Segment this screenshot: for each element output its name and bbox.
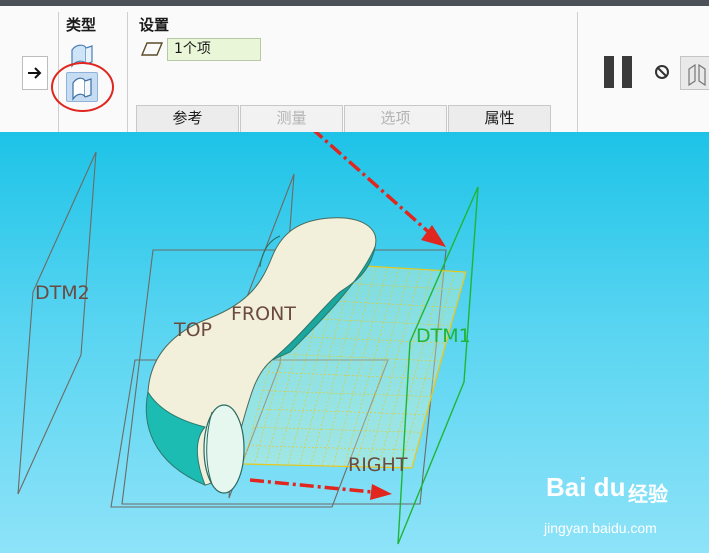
datum-label-top[interactable]: TOP <box>174 320 212 340</box>
tab-measure[interactable]: 测量 <box>240 105 343 132</box>
watermark-cn: 经验 <box>628 482 668 506</box>
datum-label-dtm1[interactable]: DTM1 <box>416 326 471 346</box>
datum-label-dtm2[interactable]: DTM2 <box>35 283 90 303</box>
ribbon-separator <box>577 12 578 132</box>
annotation-circle <box>51 62 114 112</box>
parallelogram-plane-icon <box>141 42 163 56</box>
feature-dashboard: 类型 设置 1个项 参考 测量 选项 属性 <box>0 6 709 132</box>
pause-icon[interactable] <box>604 56 634 88</box>
settings-group-label: 设置 <box>139 16 170 34</box>
graphics-viewport[interactable]: DTM2 TOP FRONT DTM1 RIGHT Bai du 经验 jing… <box>0 132 709 553</box>
dtm2-plane <box>17 151 97 495</box>
ribbon-separator <box>127 12 128 132</box>
arrow-right-icon <box>28 67 42 79</box>
watermark-url: jingyan.baidu.com <box>544 520 657 536</box>
preview-icon[interactable] <box>680 56 709 90</box>
tab-options[interactable]: 选项 <box>344 105 447 132</box>
baidu-watermark: Bai du 经验 jingyan.baidu.com <box>528 470 698 550</box>
tab-properties[interactable]: 属性 <box>448 105 551 132</box>
type-group-label: 类型 <box>66 16 97 34</box>
annotation-arrowhead <box>370 484 392 500</box>
tab-references[interactable]: 参考 <box>136 105 239 132</box>
watermark-brand: Bai du <box>546 472 626 502</box>
datum-label-right[interactable]: RIGHT <box>348 455 407 475</box>
datum-label-front[interactable]: FRONT <box>231 304 296 324</box>
reference-collector[interactable]: 1个项 <box>167 38 261 61</box>
expand-button[interactable] <box>22 56 48 90</box>
no-entry-icon[interactable] <box>654 64 670 80</box>
